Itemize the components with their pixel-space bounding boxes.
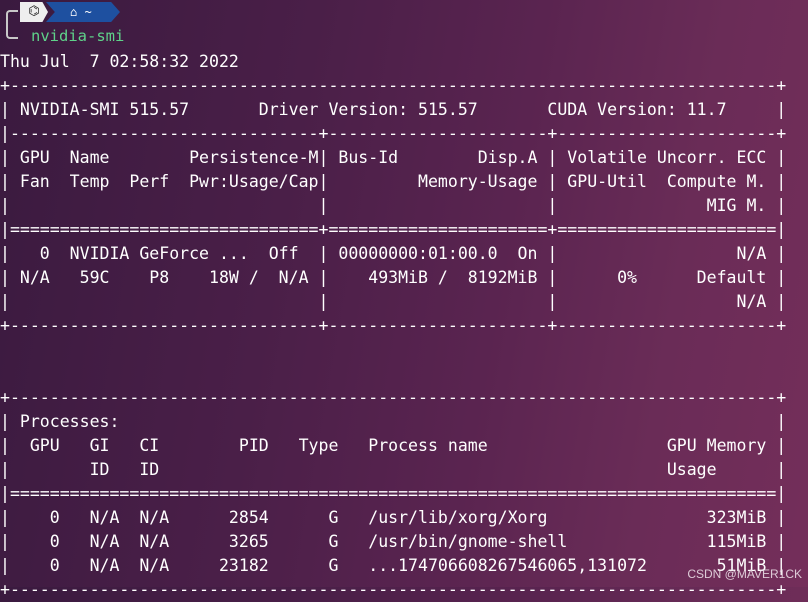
output-line: +---------------------------------------… — [0, 580, 787, 599]
output-line: Thu Jul 7 02:58:32 2022 — [0, 52, 239, 71]
command-output[interactable]: Thu Jul 7 02:58:32 2022 +---------------… — [0, 50, 786, 602]
output-line: | 0 NVIDIA GeForce ... Off | 00000000:01… — [0, 244, 787, 263]
output-line: | N/A 59C P8 18W / N/A | 493MiB / 8192Mi… — [0, 268, 787, 287]
output-line: +---------------------------------------… — [0, 76, 787, 95]
terminal-logo-icon: ⌬ — [20, 2, 48, 22]
output-line: | Processes: | — [0, 412, 787, 431]
home-icon: ⌂ — [70, 5, 78, 19]
output-line: | NVIDIA-SMI 515.57 Driver Version: 515.… — [0, 100, 787, 119]
output-line: | GPU Name Persistence-M| Bus-Id Disp.A … — [0, 148, 787, 167]
output-line: | ID ID Usage | — [0, 460, 787, 479]
terminal-window[interactable]: ⌬ ⌂ ~ nvidia-smi Thu Jul 7 02:58:32 2022… — [0, 0, 808, 599]
output-line: +-------------------------------+-------… — [0, 316, 787, 335]
output-line: |=======================================… — [0, 484, 787, 503]
output-line: | 0 N/A N/A 2854 G /usr/lib/xorg/Xorg 32… — [0, 508, 787, 527]
watermark: CSDN @MAVER1CK — [687, 567, 802, 581]
prompt-directory-segment: ⌂ ~ — [46, 2, 120, 22]
output-line: | 0 N/A N/A 23182 G ...17470660826754606… — [0, 556, 787, 575]
prompt-bracket — [6, 10, 18, 39]
output-line: | Fan Temp Perf Pwr:Usage/Cap| Memory-Us… — [0, 172, 787, 191]
output-line: |===============================+=======… — [0, 220, 787, 239]
output-line: +---------------------------------------… — [0, 388, 787, 407]
output-line: | GPU GI CI PID Type Process name GPU Me… — [0, 436, 787, 455]
output-line: | | | MIG M. | — [0, 196, 787, 215]
output-line: | | | N/A | — [0, 292, 787, 311]
output-line: |-------------------------------+-------… — [0, 124, 787, 143]
command-text: nvidia-smi — [31, 27, 125, 45]
prompt-directory: ~ — [84, 5, 92, 19]
output-line: | 0 N/A N/A 3265 G /usr/bin/gnome-shell … — [0, 532, 787, 551]
